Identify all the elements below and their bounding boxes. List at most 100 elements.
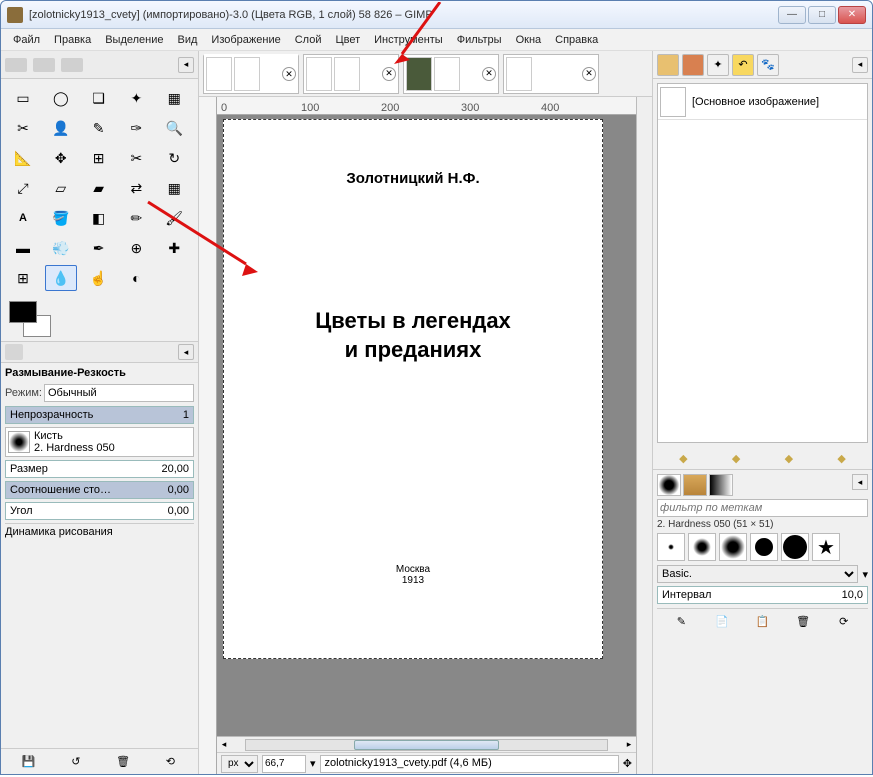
tool-airbrush[interactable]: 💨 — [45, 235, 77, 261]
tool-fuzzy-select[interactable]: ✦ — [120, 85, 152, 111]
tool-free-select[interactable]: ❑ — [83, 85, 115, 111]
brush-panel-menu-button[interactable]: ◂ — [852, 474, 868, 490]
scroll-left-icon[interactable]: ◂ — [217, 738, 231, 752]
gradients-tab-icon[interactable] — [709, 474, 733, 496]
brush-preset-select[interactable]: Basic. — [657, 565, 858, 583]
tool-scissors[interactable]: ✂ — [7, 115, 39, 141]
tool-perspective-clone[interactable]: ⊞ — [7, 265, 39, 291]
unit-select[interactable]: px — [221, 755, 258, 773]
menu-edit[interactable]: Правка — [48, 32, 97, 48]
tool-eraser[interactable]: ▬ — [7, 235, 39, 261]
vertical-scrollbar[interactable] — [636, 97, 652, 774]
tool-shear[interactable]: ▱ — [45, 175, 77, 201]
tool-clone[interactable]: ⊕ — [120, 235, 152, 261]
tool-blur-sharpen[interactable]: 💧 — [45, 265, 77, 291]
menu-filters[interactable]: Фильтры — [451, 32, 508, 48]
tool-ellipse-select[interactable]: ◯ — [45, 85, 77, 111]
layer-anchor-icon[interactable]: ◆ — [785, 452, 793, 465]
brush-item[interactable]: ★ — [812, 533, 840, 561]
scroll-right-icon[interactable]: ▸ — [622, 738, 636, 752]
document-tab[interactable]: ✕ — [503, 54, 599, 94]
menu-view[interactable]: Вид — [172, 32, 204, 48]
menu-tools[interactable]: Инструменты — [368, 32, 449, 48]
edit-brush-icon[interactable]: ✎ — [672, 613, 690, 631]
tool-options-menu-button[interactable]: ◂ — [178, 344, 194, 360]
menu-windows[interactable]: Окна — [510, 32, 548, 48]
right-panel-menu-button[interactable]: ◂ — [852, 57, 868, 73]
brush-item[interactable] — [657, 533, 685, 561]
close-tab-icon[interactable]: ✕ — [482, 67, 496, 81]
tool-move[interactable]: ✥ — [45, 145, 77, 171]
tool-options-tab-icon[interactable] — [5, 344, 23, 360]
tool-rotate[interactable]: ↻ — [158, 145, 190, 171]
document-tab[interactable]: ✕ — [203, 54, 299, 94]
refresh-brush-icon[interactable]: ⟳ — [835, 613, 853, 631]
maximize-button[interactable]: □ — [808, 6, 836, 24]
tool-blend[interactable]: ◧ — [83, 205, 115, 231]
layers-tab-icon[interactable] — [657, 54, 679, 76]
brush-item[interactable] — [750, 533, 778, 561]
tool-heal[interactable]: ✚ — [158, 235, 190, 261]
tool-scale[interactable]: ⤢ — [7, 175, 39, 201]
tool-bucket-fill[interactable]: 🪣 — [45, 205, 77, 231]
undo-tab-icon[interactable]: ↶ — [732, 54, 754, 76]
tool-measure[interactable]: 📐 — [7, 145, 39, 171]
tool-paintbrush[interactable]: 🖌 — [158, 205, 190, 231]
tool-flip[interactable]: ⇄ — [120, 175, 152, 201]
restore-preset-icon[interactable]: ↺ — [67, 753, 85, 771]
tool-zoom[interactable]: 🔍 — [158, 115, 190, 141]
delete-preset-icon[interactable]: 🗑 — [114, 753, 132, 771]
brush-filter-input[interactable] — [657, 499, 868, 517]
menu-image[interactable]: Изображение — [205, 32, 286, 48]
brush-item[interactable] — [688, 533, 716, 561]
zoom-dropdown-icon[interactable]: ▾ — [310, 757, 316, 770]
tool-text[interactable]: A — [7, 205, 39, 231]
color-swatches[interactable] — [1, 297, 198, 341]
close-button[interactable]: ✕ — [838, 6, 866, 24]
duplicate-brush-icon[interactable]: 📋 — [753, 613, 771, 631]
tool-cage[interactable]: ▦ — [158, 175, 190, 201]
menu-select[interactable]: Выделение — [99, 32, 169, 48]
aspect-row[interactable]: Соотношение сто… 0,00 — [5, 481, 194, 499]
mode-select[interactable] — [44, 384, 194, 402]
size-row[interactable]: Размер 20,00 — [5, 460, 194, 478]
delete-brush-icon[interactable]: 🗑 — [794, 613, 812, 631]
reset-preset-icon[interactable]: ⟲ — [161, 753, 179, 771]
navigate-icon[interactable]: ✥ — [623, 757, 632, 770]
paths-tab-icon[interactable]: ✦ — [707, 54, 729, 76]
canvas[interactable]: Золотницкий Н.Ф. Цветы в легендах и пред… — [217, 115, 636, 736]
zoom-input[interactable] — [262, 755, 306, 773]
tool-foreground-select[interactable]: 👤 — [45, 115, 77, 141]
tool-smudge[interactable]: ☝ — [83, 265, 115, 291]
close-tab-icon[interactable]: ✕ — [582, 67, 596, 81]
new-brush-icon[interactable]: 📄 — [713, 613, 731, 631]
tool-dodge-burn[interactable]: ◐ — [120, 265, 152, 291]
brush-item[interactable] — [781, 533, 809, 561]
channels-tab-icon[interactable] — [682, 54, 704, 76]
tool-pencil[interactable]: ✏ — [120, 205, 152, 231]
panel-menu-button[interactable]: ◂ — [178, 57, 194, 73]
tool-crop[interactable]: ✂ — [120, 145, 152, 171]
minimize-button[interactable]: — — [778, 6, 806, 24]
brush-selector[interactable]: Кисть 2. Hardness 050 — [5, 427, 194, 457]
menu-file[interactable]: Файл — [7, 32, 46, 48]
angle-row[interactable]: Угол 0,00 — [5, 502, 194, 520]
document-tab[interactable]: ✕ — [303, 54, 399, 94]
opacity-slider[interactable]: Непрозрачность 1 — [5, 406, 194, 424]
spacing-row[interactable]: Интервал 10,0 — [657, 586, 868, 604]
tool-ink[interactable]: ✒ — [83, 235, 115, 261]
menu-layer[interactable]: Слой — [289, 32, 328, 48]
tool-align[interactable]: ⊞ — [83, 145, 115, 171]
layer-up-icon[interactable]: ◆ — [679, 452, 687, 465]
layer-delete-icon[interactable]: ◆ — [837, 452, 845, 465]
preset-menu-icon[interactable]: ▾ — [862, 568, 868, 581]
brush-item[interactable] — [719, 533, 747, 561]
tool-perspective[interactable]: ▰ — [83, 175, 115, 201]
scroll-thumb[interactable] — [354, 740, 498, 750]
save-preset-icon[interactable]: 💾 — [20, 753, 38, 771]
brushes-tab-icon[interactable] — [657, 474, 681, 496]
history-tab-icon[interactable]: 🐾 — [757, 54, 779, 76]
tool-rect-select[interactable]: ▭ — [7, 85, 39, 111]
tool-by-color-select[interactable]: ▦ — [158, 85, 190, 111]
close-tab-icon[interactable]: ✕ — [382, 67, 396, 81]
